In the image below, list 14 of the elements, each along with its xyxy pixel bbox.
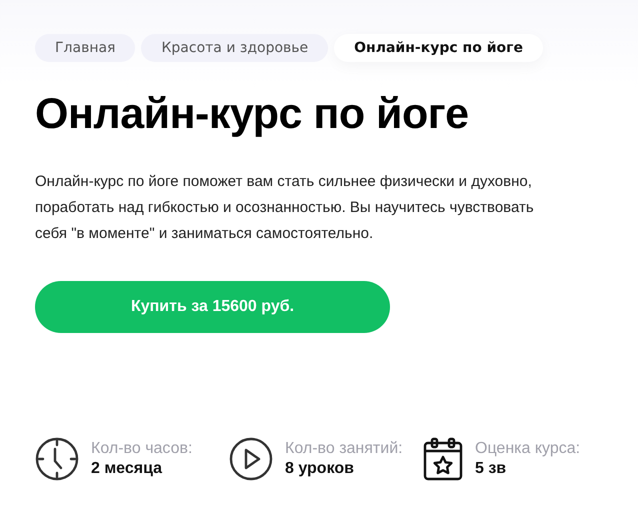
stat-value: 5 зв — [475, 459, 508, 479]
stat-value: 8 уроков — [285, 459, 355, 479]
stat-label: Оценка курса: — [475, 439, 580, 459]
page-title: Онлайн-курс по йоге — [35, 90, 470, 139]
clock-icon — [35, 437, 79, 481]
stat-label: Кол-во занятий: — [285, 439, 403, 459]
breadcrumb-link[interactable]: Главная — [35, 34, 136, 62]
breadcrumb-link[interactable]: Красота и здоровье — [141, 34, 328, 62]
play-icon — [229, 437, 273, 481]
calendar-star-icon — [423, 437, 463, 481]
stat-value: 2 месяца — [91, 459, 164, 479]
stat-label: Кол-во часов: — [91, 439, 192, 459]
breadcrumb-link[interactable]: Онлайн-курс по йоге — [334, 34, 543, 62]
course-description: Онлайн-курс по йоге поможет вам стать сильнее физически и духовно, поработать над гибкостью и осознанностью. Вы научитесь чувствовать себя "в моменте" и заниматься самостоятельно. — [35, 172, 535, 244]
